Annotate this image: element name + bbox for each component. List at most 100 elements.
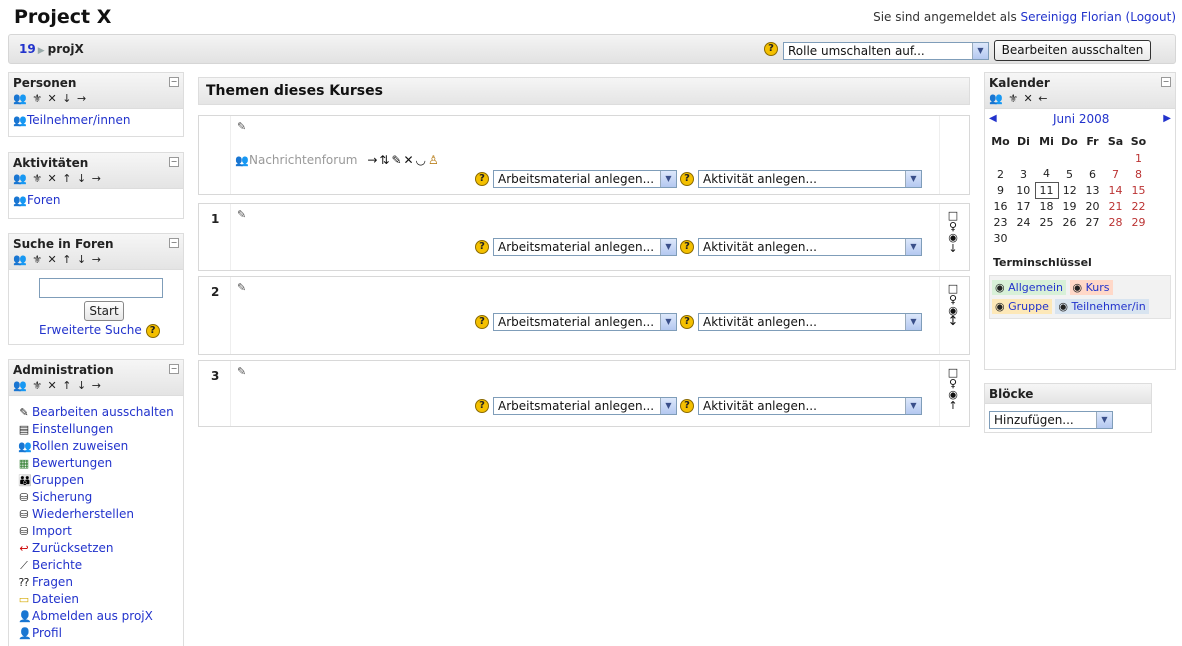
help-icon[interactable]: ?	[475, 172, 489, 186]
user-link[interactable]: Sereinigg Florian	[1021, 10, 1122, 24]
section-controls[interactable]: □ ♀ ◉ ↑	[946, 367, 960, 411]
calendar-day[interactable]: 24	[1012, 214, 1035, 230]
help-icon[interactable]: ?	[475, 399, 489, 413]
calendar-day[interactable]: 6	[1081, 166, 1104, 182]
calendar-day[interactable]: 30	[989, 230, 1012, 246]
admin-restore-link[interactable]: Wiederherstellen	[32, 507, 134, 521]
calendar-day[interactable]: 1	[1127, 150, 1150, 166]
admin-item[interactable]: ✎ Bearbeiten ausschalten	[18, 404, 179, 421]
block-controls[interactable]: 👥 ⚜ ✕ ↑ ↓ →	[13, 379, 179, 392]
admin-item[interactable]: 👪Gruppen	[18, 472, 179, 489]
calendar-day[interactable]: 13	[1081, 182, 1104, 198]
calendar-day[interactable]: 25	[1035, 214, 1058, 230]
help-icon[interactable]: ?	[680, 315, 694, 329]
collapse-icon[interactable]: −	[1161, 77, 1171, 87]
add-activity-select[interactable]: Aktivität anlegen... ▼	[698, 313, 922, 331]
admin-roles-link[interactable]: Rollen zuweisen	[32, 439, 128, 453]
edit-summary-icon[interactable]: ✎	[237, 120, 246, 133]
search-start-button[interactable]: Start	[84, 301, 124, 321]
calendar-day[interactable]: 15	[1127, 182, 1150, 198]
admin-item[interactable]: ⁇ Fragen	[18, 574, 179, 591]
legend-user[interactable]: ◉ Teilnehmer/in	[1055, 299, 1149, 314]
admin-item[interactable]: 👥Rollen zuweisen	[18, 438, 179, 455]
admin-grades-link[interactable]: Bewertungen	[32, 456, 112, 470]
help-icon[interactable]: ?	[680, 399, 694, 413]
admin-import-link[interactable]: Import	[32, 524, 72, 538]
calendar-day[interactable]: 8	[1127, 166, 1150, 182]
calendar-day[interactable]: 20	[1081, 198, 1104, 214]
calendar-day[interactable]: 23	[989, 214, 1012, 230]
calendar-day[interactable]: 21	[1104, 198, 1127, 214]
search-input[interactable]	[39, 278, 163, 298]
calendar-day[interactable]: 29	[1127, 214, 1150, 230]
collapse-icon[interactable]: −	[169, 157, 179, 167]
calendar-day[interactable]: 22	[1127, 198, 1150, 214]
legend-group[interactable]: ◉ Gruppe	[992, 299, 1052, 314]
admin-item[interactable]: ↩ Zurücksetzen	[18, 540, 179, 557]
admin-backup-link[interactable]: Sicherung	[32, 490, 92, 504]
admin-groups-link[interactable]: Gruppen	[32, 473, 84, 487]
breadcrumb-home[interactable]: 19	[19, 42, 36, 56]
calendar-day[interactable]: 14	[1104, 182, 1127, 198]
admin-reset-link[interactable]: Zurücksetzen	[32, 541, 114, 555]
add-activity-select[interactable]: Aktivität anlegen... ▼	[698, 238, 922, 256]
block-controls[interactable]: 👥 ⚜ ✕ ↑ ↓ →	[13, 172, 179, 185]
calendar-day[interactable]: 18	[1035, 198, 1058, 214]
assign-roles-icon[interactable]: ♙	[428, 153, 439, 167]
news-forum-link[interactable]: Nachrichtenforum	[249, 153, 358, 167]
calendar-day[interactable]: 16	[989, 198, 1012, 214]
calendar-day[interactable]: 19	[1058, 198, 1081, 214]
admin-item[interactable]: 👤Profil	[18, 625, 179, 642]
edit-summary-icon[interactable]: ✎	[237, 208, 246, 221]
edit-summary-icon[interactable]: ✎	[237, 365, 246, 378]
prev-month-icon[interactable]: ◀	[989, 113, 997, 124]
collapse-icon[interactable]: −	[169, 77, 179, 87]
calendar-day[interactable]: 3	[1012, 166, 1035, 182]
add-activity-select[interactable]: Aktivität anlegen... ▼	[698, 397, 922, 415]
collapse-icon[interactable]: −	[169, 364, 179, 374]
admin-item[interactable]: ▤ Einstellungen	[18, 421, 179, 438]
calendar-month-link[interactable]: Juni 2008	[1053, 112, 1109, 126]
calendar-day[interactable]: 27	[1081, 214, 1104, 230]
help-icon[interactable]: ?	[680, 172, 694, 186]
help-icon[interactable]: ?	[764, 42, 778, 56]
legend-course[interactable]: ◉ Kurs	[1069, 280, 1113, 295]
section-controls[interactable]: □ ♀ ◉ ↕	[946, 283, 960, 328]
admin-item[interactable]: 👤Abmelden aus projX	[18, 608, 179, 625]
participants-link[interactable]: Teilnehmer/innen	[27, 113, 131, 127]
admin-item[interactable]: ⛁ Import	[18, 523, 179, 540]
block-controls[interactable]: 👥 ⚜ ✕ ↑ ↓ →	[13, 253, 179, 266]
block-controls[interactable]: 👥 ⚜ ✕ ←	[989, 92, 1171, 105]
legend-global[interactable]: ◉ Allgemein	[992, 280, 1067, 295]
help-icon[interactable]: ?	[475, 240, 489, 254]
add-resource-select[interactable]: Arbeitsmaterial anlegen... ▼	[493, 170, 677, 188]
add-resource-select[interactable]: Arbeitsmaterial anlegen... ▼	[493, 313, 677, 331]
calendar-day[interactable]: 2	[989, 166, 1012, 182]
help-icon[interactable]: ?	[680, 240, 694, 254]
admin-questions-link[interactable]: Fragen	[32, 575, 73, 589]
admin-item[interactable]: ▭ Dateien	[18, 591, 179, 608]
admin-item[interactable]: ⛁ Wiederherstellen	[18, 506, 179, 523]
calendar-day[interactable]: 17	[1012, 198, 1035, 214]
edit-summary-icon[interactable]: ✎	[237, 281, 246, 294]
logout-link[interactable]: (Logout)	[1126, 10, 1176, 24]
calendar-day[interactable]: 9	[989, 182, 1012, 198]
next-month-icon[interactable]: ▶	[1163, 113, 1171, 124]
calendar-day[interactable]: 5	[1058, 166, 1081, 182]
collapse-icon[interactable]: −	[169, 238, 179, 248]
block-controls[interactable]: 👥 ⚜ ✕ ↓ →	[13, 92, 179, 105]
activity-edit-icons[interactable]: →⇅✎✕◡	[367, 153, 428, 167]
calendar-day[interactable]: 7	[1104, 166, 1127, 182]
admin-item[interactable]: ⟋ Berichte	[18, 557, 179, 574]
calendar-day[interactable]: 28	[1104, 214, 1127, 230]
role-switch-select[interactable]: Rolle umschalten auf... ▼	[783, 42, 989, 60]
calendar-day[interactable]: 12	[1058, 182, 1081, 198]
calendar-day[interactable]: 4	[1035, 166, 1058, 182]
calendar-day[interactable]: 11	[1034, 181, 1059, 199]
help-icon[interactable]: ?	[145, 323, 160, 338]
admin-item[interactable]: ▦ Bewertungen	[18, 455, 179, 472]
add-block-select[interactable]: Hinzufügen... ▼	[989, 411, 1113, 429]
admin-settings-link[interactable]: Einstellungen	[32, 422, 113, 436]
advanced-search-link[interactable]: Erweiterte Suche	[39, 323, 142, 337]
add-resource-select[interactable]: Arbeitsmaterial anlegen... ▼	[493, 397, 677, 415]
